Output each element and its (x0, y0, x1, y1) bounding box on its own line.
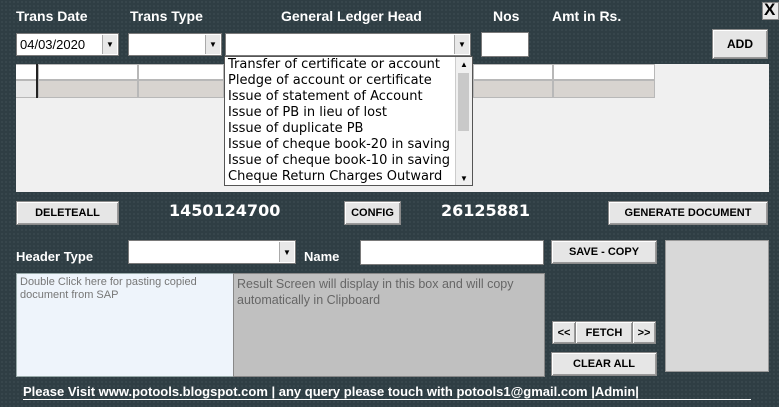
list-item[interactable]: Issue of duplicate PB (225, 121, 472, 137)
header-trans-type: Trans Type (130, 8, 203, 24)
paste-textbox[interactable]: Double Click here for pasting copied doc… (16, 273, 234, 377)
add-button[interactable]: ADD (712, 29, 768, 59)
generate-document-button[interactable]: GENERATE DOCUMENT (608, 201, 768, 225)
clear-all-button[interactable]: CLEAR ALL (551, 352, 657, 376)
list-item[interactable]: Issue of cheque book-10 in saving (225, 153, 472, 169)
fetch-button[interactable]: FETCH (575, 321, 633, 344)
header-gl-head: General Ledger Head (281, 8, 422, 24)
trans-date-select[interactable]: 04/03/2020 ▼ (16, 33, 119, 56)
left-total-value: 1450124700 (169, 201, 281, 220)
preview-panel (665, 240, 769, 372)
nos-input[interactable] (481, 32, 529, 57)
chevron-down-icon[interactable]: ▼ (102, 35, 117, 54)
save-copy-button[interactable]: SAVE - COPY (551, 240, 657, 264)
footer-text[interactable]: Please Visit www.potools.blogspot.com | … (23, 384, 639, 399)
header-trans-date: Trans Date (16, 8, 88, 24)
footer-underline (23, 399, 751, 400)
gl-head-dropdown-list[interactable]: Transfer of certificate or account Pledg… (224, 56, 473, 186)
next-button[interactable]: >> (632, 321, 656, 344)
name-label: Name (304, 249, 340, 264)
result-textbox[interactable]: Result Screen will display in this box a… (233, 273, 545, 377)
previous-button[interactable]: << (552, 321, 576, 344)
list-item[interactable]: Pledge of account or certificate (225, 73, 472, 89)
chevron-up-icon[interactable]: ▲ (456, 57, 472, 71)
right-total-value: 26125881 (441, 201, 531, 220)
chevron-down-icon[interactable]: ▼ (456, 171, 472, 185)
gl-head-select[interactable]: ▼ (225, 33, 471, 56)
list-item[interactable]: Cheque Return Charges Outward (225, 169, 472, 185)
close-icon: X (764, 0, 776, 19)
row-selector-line (16, 64, 38, 98)
chevron-down-icon[interactable]: ▼ (205, 35, 220, 54)
scrollbar-thumb[interactable] (458, 73, 469, 131)
header-amt: Amt in Rs. (552, 8, 622, 24)
chevron-down-icon[interactable]: ▼ (279, 242, 294, 262)
trans-date-value: 04/03/2020 (20, 37, 86, 52)
name-input[interactable] (360, 240, 544, 265)
delete-all-button[interactable]: DELETEALL (16, 201, 119, 225)
config-button[interactable]: CONFIG (344, 201, 401, 225)
list-item[interactable]: Issue of cheque book-20 in saving (225, 137, 472, 153)
header-type-select[interactable]: ▼ (128, 240, 296, 264)
dropdown-scrollbar[interactable]: ▲ ▼ (455, 57, 472, 185)
header-type-label: Header Type (16, 249, 94, 264)
chevron-down-icon[interactable]: ▼ (454, 35, 469, 54)
list-item[interactable]: Issue of PB in lieu of lost (225, 105, 472, 121)
trans-type-select[interactable]: ▼ (128, 33, 222, 56)
list-item[interactable]: Issue of statement of Account (225, 89, 472, 105)
header-nos: Nos (493, 8, 520, 24)
list-item[interactable]: Transfer of certificate or account (225, 57, 472, 73)
